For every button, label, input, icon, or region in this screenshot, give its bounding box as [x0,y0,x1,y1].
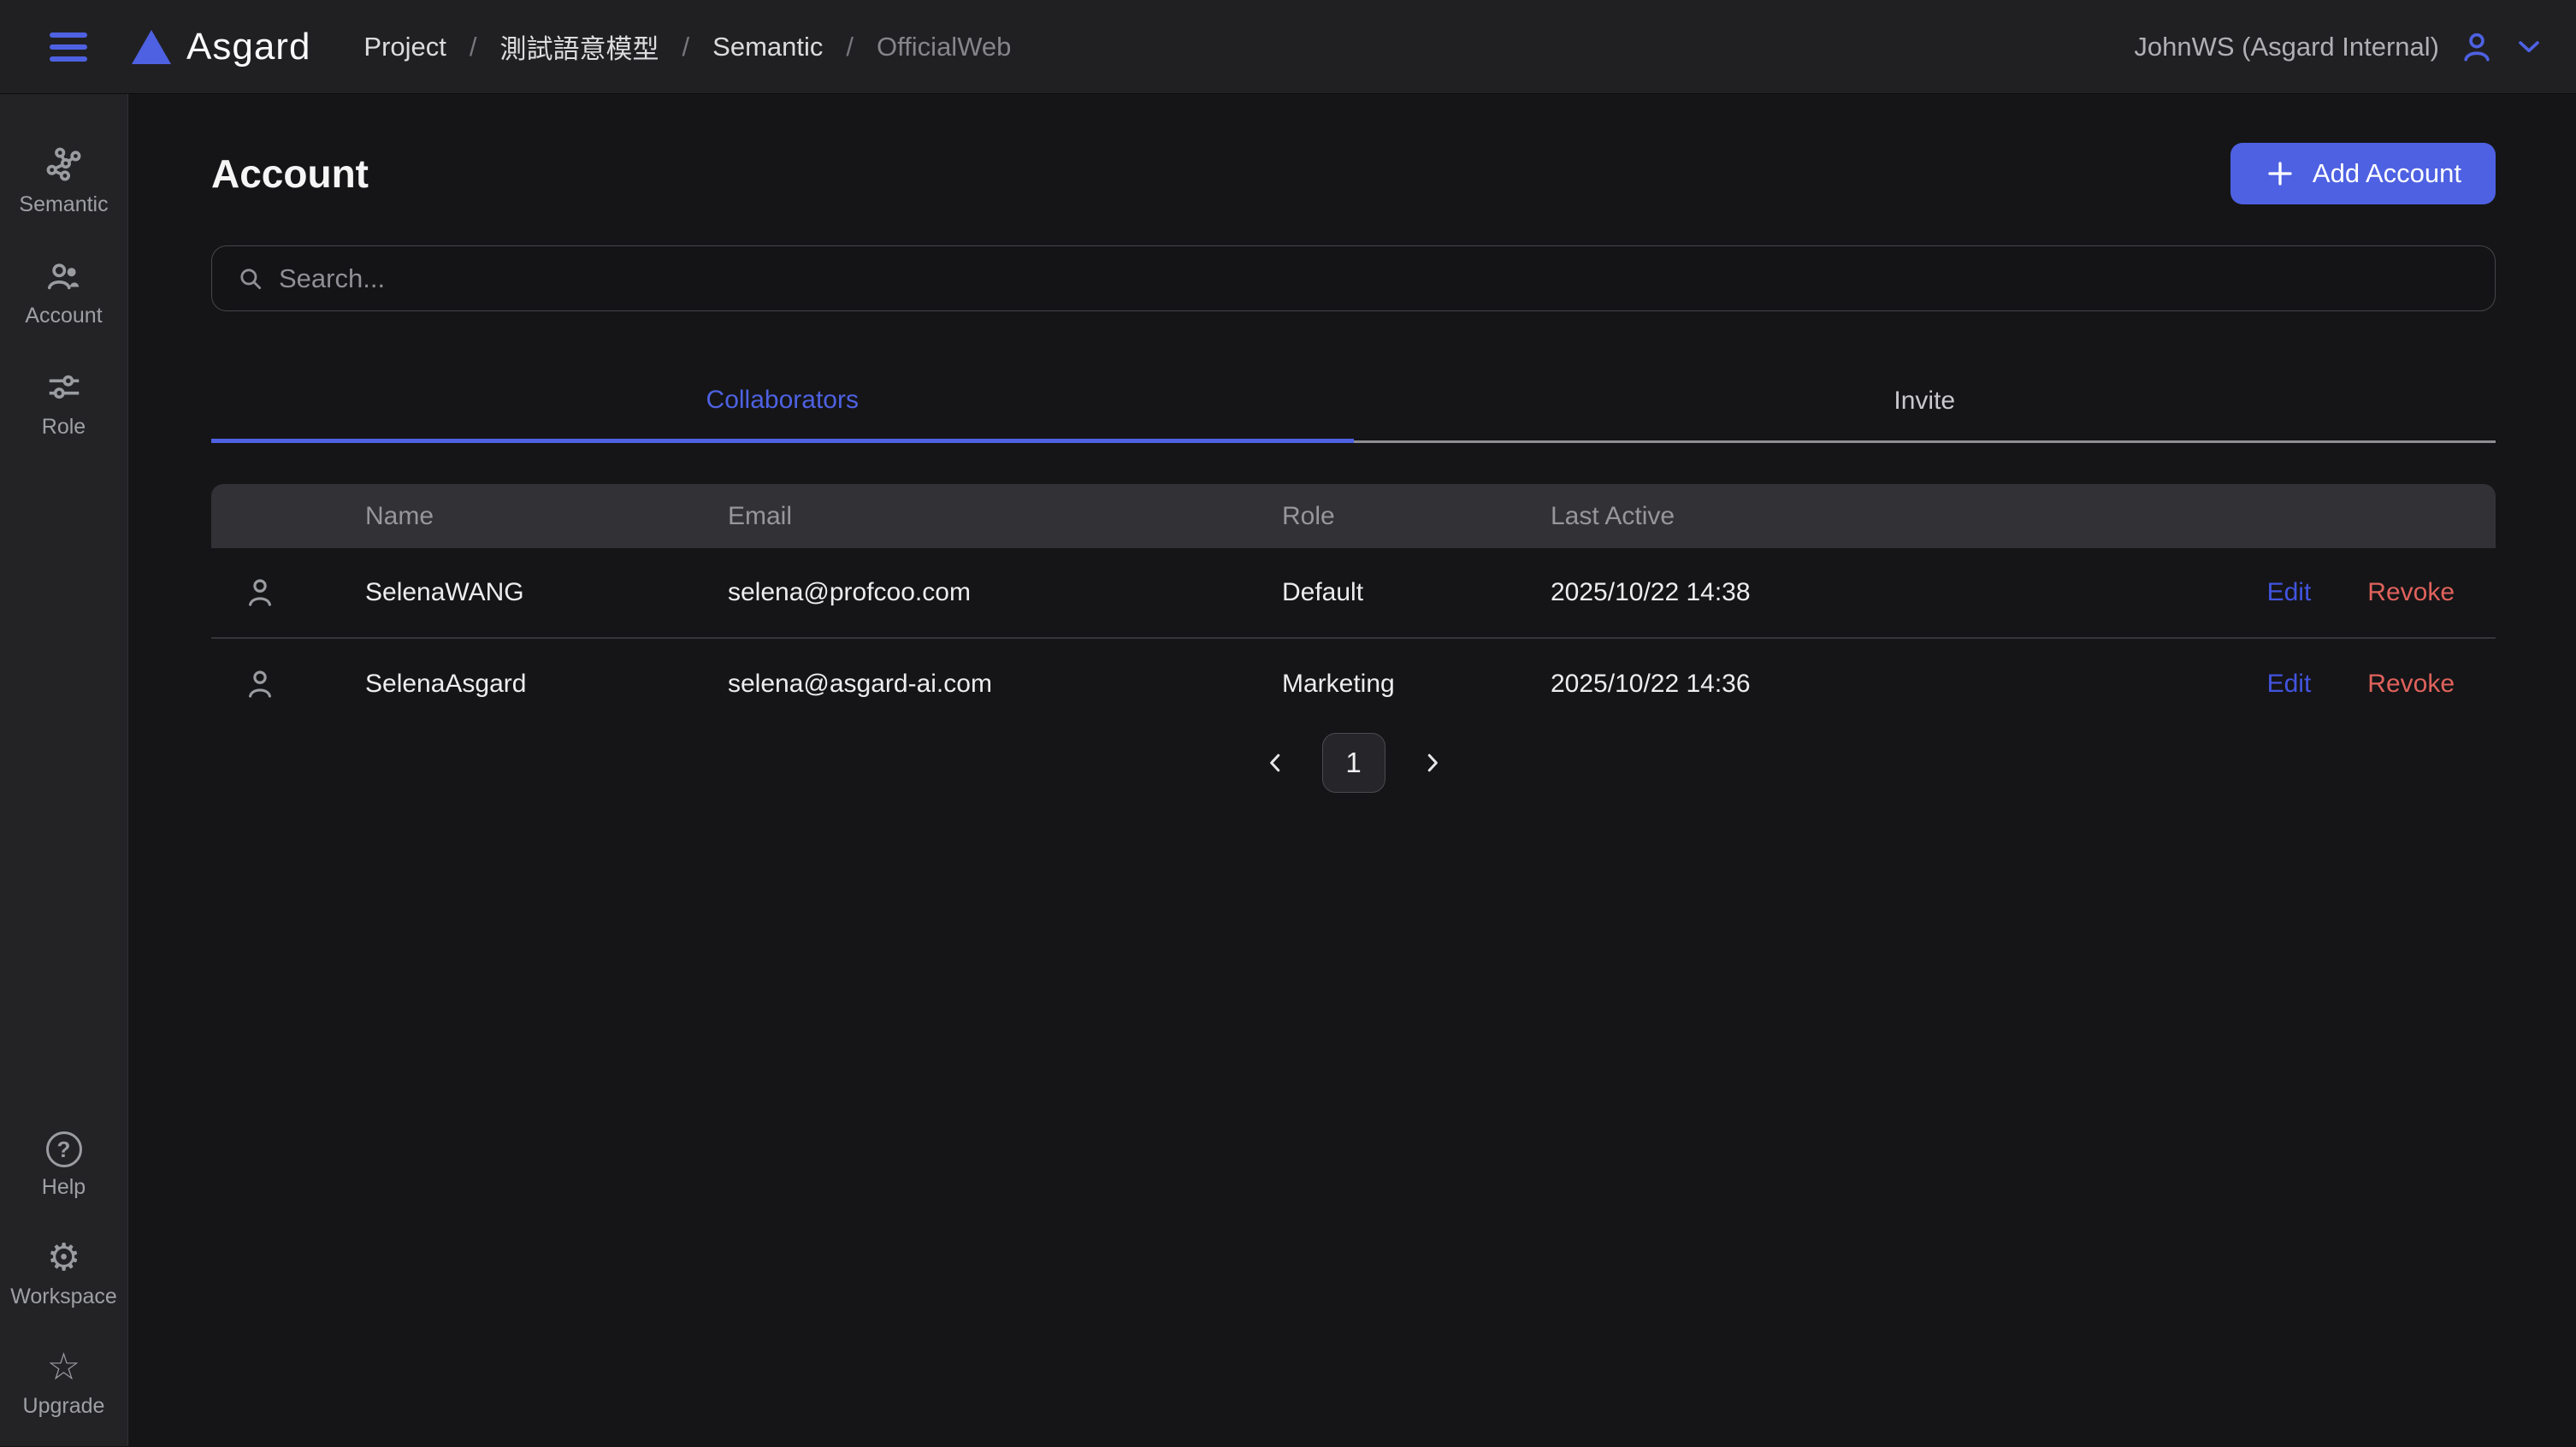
add-account-button[interactable]: Add Account [2230,143,2496,204]
tabs: Collaborators Invite [211,361,2496,443]
account-menu[interactable]: JohnWS (Asgard Internal) [2134,28,2544,66]
logo-triangle-icon [132,30,171,64]
cell-email: selena@asgard-ai.com [728,670,1282,699]
table-row: SelenaAsgard selena@asgard-ai.com Market… [211,639,2496,729]
help-circle-icon: ? [46,1131,82,1167]
breadcrumb-item-model[interactable]: 測試語意模型 [500,27,659,66]
sidebar-label-upgrade: Upgrade [23,1394,105,1419]
sidebar-label-workspace: Workspace [10,1285,117,1309]
column-header-last-active: Last Active [1551,502,2265,531]
sidebar-item-upgrade[interactable]: ☆ Upgrade [0,1340,127,1427]
pagination: 1 [211,733,2496,793]
search-input[interactable] [279,263,2471,294]
breadcrumb-item-project[interactable]: Project [363,32,446,62]
menu-hamburger-icon[interactable] [50,32,87,62]
sidebar-label-help: Help [42,1175,86,1200]
sidebar-label-semantic: Semantic [19,192,108,217]
table-row: SelenaWANG selena@profcoo.com Default 20… [211,548,2496,639]
revoke-link[interactable]: Revoke [2367,578,2455,607]
users-icon [44,257,84,296]
cell-name: SelenaAsgard [365,670,728,699]
chevron-left-icon [1262,750,1288,776]
column-header-name: Name [365,502,728,531]
tab-collaborators[interactable]: Collaborators [211,361,1354,443]
breadcrumb-separator: / [682,32,690,62]
add-account-label: Add Account [2313,158,2461,189]
user-label: JohnWS (Asgard Internal) [2134,32,2439,62]
cell-last-active: 2025/10/22 14:36 [1551,670,2265,699]
sidebar: Semantic Account Role [0,94,128,1446]
chevron-right-icon [1420,750,1445,776]
breadcrumb-item-semantic[interactable]: Semantic [712,32,823,62]
breadcrumb: Project / 測試語意模型 / Semantic / OfficialWe… [363,27,1011,66]
star-icon: ☆ [47,1349,80,1386]
breadcrumb-item-officialweb: OfficialWeb [877,32,1011,62]
breadcrumb-separator: / [470,32,477,62]
search-box [211,245,2496,311]
gear-icon: ⚙ [47,1239,80,1277]
column-header-email: Email [728,502,1282,531]
sidebar-item-workspace[interactable]: ⚙ Workspace [0,1231,127,1318]
sidebar-item-role[interactable]: Role [0,359,127,448]
plus-icon [2265,158,2295,189]
cell-name: SelenaWANG [365,578,728,607]
top-header: Asgard Project / 測試語意模型 / Semantic / Off… [0,0,2576,94]
revoke-link[interactable]: Revoke [2367,670,2455,699]
app-name: Asgard [186,26,310,68]
person-avatar-icon [242,666,278,702]
column-header-role: Role [1282,502,1551,531]
sidebar-label-role: Role [42,415,86,440]
search-icon [236,264,265,293]
accounts-table: Name Email Role Last Active SelenaWANG s… [211,484,2496,729]
table-header-row: Name Email Role Last Active [211,484,2496,548]
sidebar-item-account[interactable]: Account [0,248,127,337]
sliders-icon [44,368,84,407]
sidebar-item-semantic[interactable]: Semantic [0,137,127,226]
tab-invite[interactable]: Invite [1354,361,2496,443]
chevron-down-icon [2514,32,2544,62]
user-avatar-icon [2458,28,2496,66]
cell-role: Marketing [1282,670,1551,699]
cell-last-active: 2025/10/22 14:38 [1551,578,2265,607]
cell-email: selena@profcoo.com [728,578,1282,607]
main-content: Account Add Account Collaborators Invite [128,94,2576,1446]
app-logo[interactable]: Asgard [132,26,310,68]
sidebar-item-help[interactable]: ? Help [0,1123,127,1208]
edit-link[interactable]: Edit [2267,578,2312,607]
sidebar-label-account: Account [25,304,102,328]
semantic-graph-icon [44,145,84,185]
person-avatar-icon [242,575,278,611]
pagination-next-button[interactable] [1415,745,1450,781]
page-title: Account [211,151,369,197]
edit-link[interactable]: Edit [2267,670,2312,699]
pagination-prev-button[interactable] [1257,745,1293,781]
cell-role: Default [1282,578,1551,607]
breadcrumb-separator: / [846,32,854,62]
pagination-page-1[interactable]: 1 [1322,733,1385,793]
